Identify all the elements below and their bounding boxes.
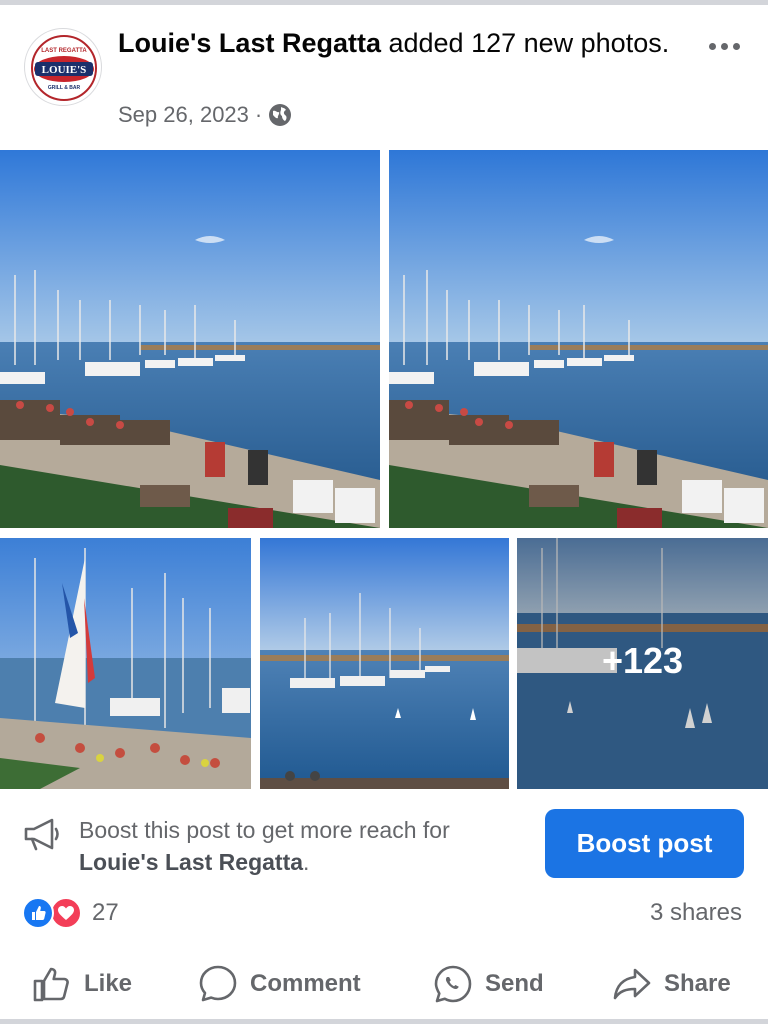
boost-post-button[interactable]: Boost post bbox=[545, 809, 744, 878]
photo-2[interactable] bbox=[389, 150, 768, 528]
more-dot bbox=[708, 42, 716, 50]
bottom-divider bbox=[0, 1019, 768, 1024]
harbor-photo bbox=[0, 538, 251, 789]
harbor-photo bbox=[0, 150, 380, 528]
boost-prompt-end: . bbox=[303, 849, 310, 875]
love-reaction-icon bbox=[50, 897, 82, 929]
send-label: Send bbox=[485, 970, 544, 997]
post-title: Louie's Last Regatta added 127 new photo… bbox=[118, 24, 678, 62]
share-label: Share bbox=[664, 970, 731, 997]
send-button[interactable]: Send bbox=[433, 956, 544, 1012]
boost-prompt-text: Boost this post to get more reach for bbox=[79, 817, 450, 843]
top-divider bbox=[0, 0, 768, 5]
post-action-text: added 127 new photos. bbox=[380, 28, 670, 58]
page-name-link[interactable]: Louie's Last Regatta bbox=[118, 28, 381, 58]
shares-count[interactable]: 3 shares bbox=[650, 899, 742, 927]
like-button[interactable]: Like bbox=[32, 956, 132, 1012]
thumbs-up-glyph bbox=[32, 906, 46, 920]
page-avatar[interactable]: LOUIE'S LAST REGATTA GRILL & BAR bbox=[24, 28, 102, 106]
more-photos-overlay[interactable]: +123 bbox=[517, 538, 768, 789]
like-reaction-icon bbox=[22, 897, 54, 929]
photo-4[interactable] bbox=[260, 538, 509, 789]
like-label: Like bbox=[84, 970, 133, 997]
louies-logo: LOUIE'S LAST REGATTA GRILL & BAR bbox=[28, 32, 100, 104]
photo-1[interactable] bbox=[0, 150, 380, 528]
post-meta: Sep 26, 2023 · bbox=[118, 102, 292, 128]
more-dot bbox=[720, 42, 728, 50]
megaphone-icon bbox=[24, 818, 59, 851]
reactions-summary[interactable]: 27 bbox=[22, 896, 119, 930]
share-icon bbox=[613, 968, 651, 1000]
comment-label: Comment bbox=[250, 970, 361, 997]
post-date[interactable]: Sep 26, 2023 bbox=[118, 102, 249, 128]
boost-prompt: Boost this post to get more reach for Lo… bbox=[79, 814, 529, 878]
photo-3[interactable] bbox=[0, 538, 251, 789]
like-icon bbox=[33, 967, 69, 1002]
whatsapp-icon bbox=[434, 965, 472, 1003]
svg-text:LOUIE'S: LOUIE'S bbox=[42, 64, 87, 76]
boost-page-name: Louie's Last Regatta bbox=[79, 849, 304, 875]
share-button[interactable]: Share bbox=[612, 956, 731, 1012]
more-dot bbox=[732, 42, 740, 50]
comment-button[interactable]: Comment bbox=[198, 956, 361, 1012]
more-options-button[interactable] bbox=[700, 30, 748, 62]
comment-icon bbox=[199, 965, 237, 1002]
harbor-photo bbox=[260, 538, 509, 789]
photo-5[interactable]: +123 bbox=[517, 538, 768, 789]
meta-separator: · bbox=[254, 102, 263, 127]
harbor-photo bbox=[389, 150, 768, 528]
globe-icon bbox=[269, 104, 292, 126]
svg-text:LAST REGATTA: LAST REGATTA bbox=[41, 48, 87, 54]
heart-glyph bbox=[58, 906, 74, 920]
reaction-count: 27 bbox=[92, 899, 119, 926]
post-actions-bar: Like Comment Send Share bbox=[0, 956, 768, 1012]
svg-text:GRILL & BAR: GRILL & BAR bbox=[48, 85, 81, 91]
